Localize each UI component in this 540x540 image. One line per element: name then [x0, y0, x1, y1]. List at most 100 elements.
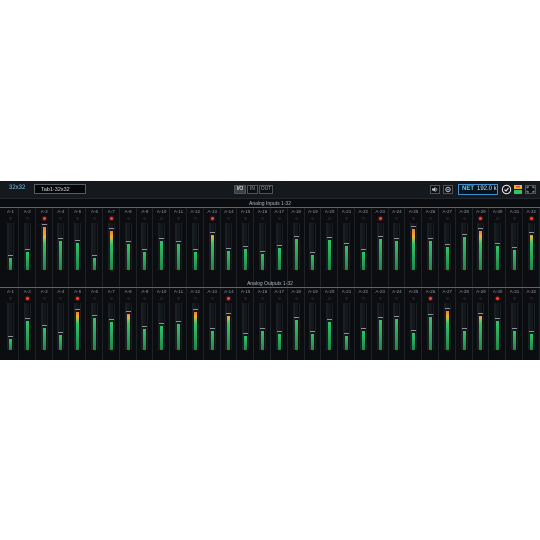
- channel-strip[interactable]: A-7: [103, 288, 120, 360]
- clip-indicator[interactable]: [244, 297, 248, 300]
- clip-indicator[interactable]: [9, 297, 12, 300]
- channel-strip[interactable]: A-29: [472, 208, 490, 290]
- channel-strip[interactable]: A-11: [170, 288, 187, 360]
- clip-indicator[interactable]: [261, 297, 264, 300]
- clip-indicator[interactable]: [445, 297, 449, 300]
- channel-strip[interactable]: A-15: [237, 288, 255, 360]
- clip-indicator[interactable]: [496, 217, 500, 220]
- clip-indicator[interactable]: [412, 297, 416, 300]
- clip-indicator[interactable]: [76, 217, 80, 220]
- channel-strip[interactable]: A-13: [204, 288, 221, 360]
- channel-strip[interactable]: A-16: [254, 208, 271, 290]
- clip-indicator[interactable]: [9, 217, 12, 220]
- channel-strip[interactable]: A-4: [52, 208, 70, 290]
- channel-strip[interactable]: A-19: [304, 208, 322, 290]
- clip-indicator[interactable]: [395, 217, 399, 220]
- clip-indicator[interactable]: [294, 297, 298, 300]
- channel-strip[interactable]: A-8: [120, 208, 137, 290]
- channel-strip[interactable]: A-30: [489, 288, 507, 360]
- channel-strip[interactable]: A-27: [439, 208, 456, 290]
- clip-indicator[interactable]: [361, 217, 365, 220]
- channel-strip[interactable]: A-20: [321, 208, 339, 290]
- channel-strip[interactable]: A-7: [103, 208, 120, 290]
- channel-strip[interactable]: A-8: [120, 288, 137, 360]
- clip-indicator[interactable]: [193, 217, 197, 220]
- clip-indicator[interactable]: [513, 297, 516, 300]
- channel-strip[interactable]: A-10: [153, 208, 171, 290]
- channel-strip[interactable]: A-6: [86, 288, 103, 360]
- channel-strip[interactable]: A-21: [338, 288, 355, 360]
- clip-indicator[interactable]: [294, 217, 298, 220]
- channel-strip[interactable]: A-17: [271, 208, 288, 290]
- clip-indicator[interactable]: [210, 297, 214, 300]
- clip-indicator[interactable]: [277, 217, 281, 220]
- clip-indicator[interactable]: [529, 217, 533, 220]
- clip-indicator[interactable]: [361, 297, 365, 300]
- clip-indicator[interactable]: [445, 217, 449, 220]
- clip-indicator[interactable]: [328, 297, 332, 300]
- clip-indicator[interactable]: [177, 297, 180, 300]
- view-out-button[interactable]: OUT: [259, 185, 273, 194]
- channel-strip[interactable]: A-26: [422, 288, 439, 360]
- clip-indicator[interactable]: [429, 217, 432, 220]
- channel-strip[interactable]: A-4: [52, 288, 70, 360]
- tab-name-field[interactable]: Tab1-32x32: [34, 184, 86, 194]
- clip-indicator[interactable]: [160, 217, 164, 220]
- clip-indicator[interactable]: [529, 297, 533, 300]
- channel-strip[interactable]: A-13: [204, 208, 221, 290]
- status-icon[interactable]: [513, 184, 523, 195]
- clip-indicator[interactable]: [496, 297, 500, 300]
- clip-indicator[interactable]: [345, 217, 348, 220]
- clip-indicator[interactable]: [109, 217, 113, 220]
- clip-indicator[interactable]: [59, 297, 63, 300]
- clip-indicator[interactable]: [227, 297, 231, 300]
- channel-strip[interactable]: A-22: [355, 288, 372, 360]
- channel-strip[interactable]: A-2: [19, 288, 36, 360]
- clip-indicator[interactable]: [42, 297, 46, 300]
- channel-strip[interactable]: A-19: [304, 288, 322, 360]
- channel-strip[interactable]: A-29: [472, 288, 490, 360]
- clip-indicator[interactable]: [126, 297, 130, 300]
- clip-indicator[interactable]: [160, 297, 164, 300]
- clip-indicator[interactable]: [126, 217, 130, 220]
- channel-strip[interactable]: A-22: [355, 208, 372, 290]
- clip-indicator[interactable]: [277, 297, 281, 300]
- clip-indicator[interactable]: [479, 297, 483, 300]
- channel-strip[interactable]: A-24: [388, 208, 406, 290]
- clip-indicator[interactable]: [462, 217, 466, 220]
- channel-strip[interactable]: A-24: [388, 288, 406, 360]
- clip-indicator[interactable]: [177, 217, 180, 220]
- clip-indicator[interactable]: [378, 297, 382, 300]
- clip-indicator[interactable]: [311, 297, 315, 300]
- clip-indicator[interactable]: [25, 297, 29, 300]
- channel-strip[interactable]: A-11: [170, 208, 187, 290]
- clip-indicator[interactable]: [59, 217, 63, 220]
- channel-strip[interactable]: A-20: [321, 288, 339, 360]
- channel-strip[interactable]: A-12: [187, 288, 204, 360]
- channel-strip[interactable]: A-26: [422, 208, 439, 290]
- channel-strip[interactable]: A-15: [237, 208, 255, 290]
- clip-indicator[interactable]: [462, 297, 466, 300]
- channel-strip[interactable]: A-5: [69, 288, 87, 360]
- clip-indicator[interactable]: [345, 297, 348, 300]
- fullscreen-button[interactable]: [525, 185, 536, 194]
- preset-label[interactable]: 32x32: [9, 185, 25, 191]
- clip-indicator[interactable]: [227, 217, 231, 220]
- sync-icon[interactable]: [501, 184, 512, 195]
- channel-strip[interactable]: A-14: [220, 208, 238, 290]
- clip-indicator[interactable]: [412, 217, 416, 220]
- network-status[interactable]: NET 192.0 k: [458, 184, 498, 195]
- monitor-button[interactable]: [430, 185, 440, 194]
- clip-indicator[interactable]: [479, 217, 483, 220]
- channel-strip[interactable]: A-17: [271, 288, 288, 360]
- channel-strip[interactable]: A-14: [220, 288, 238, 360]
- channel-strip[interactable]: A-18: [288, 288, 305, 360]
- clip-indicator[interactable]: [311, 217, 315, 220]
- channel-strip[interactable]: A-9: [136, 208, 154, 290]
- channel-strip[interactable]: A-10: [153, 288, 171, 360]
- channel-strip[interactable]: A-18: [288, 208, 305, 290]
- channel-strip[interactable]: A-25: [405, 208, 423, 290]
- clip-indicator[interactable]: [261, 217, 264, 220]
- channel-strip[interactable]: A-2: [19, 208, 36, 290]
- channel-strip[interactable]: A-12: [187, 208, 204, 290]
